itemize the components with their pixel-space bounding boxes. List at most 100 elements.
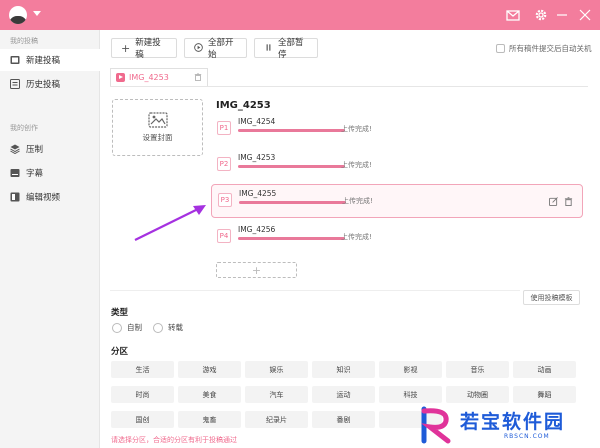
film-icon	[10, 55, 20, 65]
part-item[interactable]: P4 IMG_4256 上传完成!	[211, 221, 583, 255]
category-chip[interactable]: 音乐	[446, 361, 509, 378]
part-item[interactable]: P1 IMG_4254 上传完成!	[211, 113, 583, 147]
part-status: 上传完成!	[341, 125, 372, 133]
trash-icon[interactable]	[564, 197, 573, 206]
radio-button[interactable]	[153, 322, 163, 333]
edit-video-icon	[10, 192, 20, 202]
section-divider	[110, 290, 520, 291]
auto-shutdown-checkbox[interactable]	[496, 44, 505, 53]
history-icon	[10, 79, 20, 89]
sidebar-item-new-upload[interactable]: 新建投稿	[0, 49, 100, 71]
type-option-repost[interactable]: 转载	[153, 322, 183, 333]
use-template-button[interactable]: 使用投稿模板	[523, 290, 580, 305]
watermark-subtext: RBSCN.COM	[504, 433, 550, 440]
new-upload-button[interactable]: + 新建投稿	[111, 38, 177, 60]
category-chip[interactable]: 生活	[111, 361, 174, 378]
sidebar-item-label: 新建投稿	[26, 56, 61, 66]
file-tab[interactable]: IMG_4253	[110, 68, 208, 86]
sidebar-item-label: 编辑视频	[26, 193, 61, 203]
category-chip[interactable]: 舞蹈	[513, 386, 576, 403]
category-section-title: 分区	[111, 347, 129, 357]
video-file-icon	[116, 73, 125, 82]
progress-bar	[238, 237, 345, 240]
category-chip[interactable]: 游戏	[178, 361, 241, 378]
layers-icon	[10, 144, 20, 155]
category-chip[interactable]: 动画	[513, 361, 576, 378]
video-title: IMG_4253	[216, 100, 271, 111]
part-badge: P3	[218, 193, 232, 207]
mail-icon[interactable]	[505, 7, 521, 23]
add-part-button[interactable]: +	[216, 262, 297, 278]
set-cover-label: 设置封面	[142, 133, 173, 142]
annotation-arrow-icon	[134, 205, 206, 241]
progress-bar	[238, 129, 345, 132]
play-icon	[194, 42, 203, 54]
progress-bar	[239, 201, 346, 204]
part-name: IMG_4254	[238, 117, 276, 126]
trash-icon[interactable]	[194, 73, 202, 83]
pause-all-button[interactable]: 全部暂停	[254, 38, 318, 60]
part-item[interactable]: P2 IMG_4253 上传完成!	[211, 149, 583, 183]
part-item-selected[interactable]: P3 IMG_4255 上传完成!	[211, 184, 583, 218]
radio-button[interactable]	[112, 322, 122, 333]
pause-all-label: 全部暂停	[278, 38, 304, 60]
sidebar-item-compress[interactable]: 压制	[0, 138, 100, 160]
category-chip[interactable]: 鬼畜	[178, 411, 241, 428]
category-chip[interactable]: 番剧	[312, 411, 375, 428]
category-chip[interactable]: 娱乐	[245, 361, 308, 378]
new-upload-label: 新建投稿	[135, 38, 161, 60]
category-chip[interactable]: 科技	[379, 386, 442, 403]
part-status: 上传完成!	[341, 233, 372, 241]
part-badge: P4	[217, 229, 231, 243]
sidebar-item-label: 压制	[26, 145, 44, 155]
progress-bar	[238, 165, 345, 168]
edit-icon[interactable]	[549, 197, 558, 206]
auto-shutdown-label: 所有稿件提交后自动关机	[509, 44, 592, 53]
part-badge: P1	[217, 121, 231, 135]
sidebar-item-edit-video[interactable]: 编辑视频	[0, 186, 100, 208]
part-badge: P2	[217, 157, 231, 171]
gear-icon[interactable]	[533, 7, 549, 23]
category-chip[interactable]: 运动	[312, 386, 375, 403]
category-hint: 请选择分区，合适的分区有利于投稿通过	[111, 436, 237, 444]
start-all-button[interactable]: 全部开始	[184, 38, 247, 60]
type-section-title: 类型	[111, 308, 129, 318]
pause-icon	[264, 43, 273, 54]
part-name: IMG_4255	[239, 189, 277, 198]
category-chip[interactable]: 时尚	[111, 386, 174, 403]
sidebar-section-my-creation: 我的创作	[10, 124, 38, 132]
sidebar-item-history[interactable]: 历史投稿	[0, 73, 100, 95]
sidebar-item-label: 字幕	[26, 169, 44, 179]
sidebar-section-my-uploads: 我的投稿	[10, 37, 38, 45]
part-name: IMG_4256	[238, 225, 276, 234]
close-icon[interactable]	[577, 7, 593, 23]
chevron-down-icon[interactable]	[33, 11, 41, 16]
type-option-label: 转载	[168, 323, 183, 332]
category-chip[interactable]: 影视	[379, 361, 442, 378]
sidebar-item-label: 历史投稿	[26, 80, 61, 90]
category-chip[interactable]: 汽车	[245, 386, 308, 403]
auto-shutdown-option[interactable]: 所有稿件提交后自动关机	[496, 43, 592, 54]
watermark-logo-icon	[421, 406, 451, 444]
title-bar	[0, 0, 600, 30]
set-cover-button[interactable]: 设置封面	[112, 99, 203, 156]
tab-divider	[110, 86, 588, 87]
app-logo[interactable]	[9, 6, 27, 24]
start-all-label: 全部开始	[208, 38, 234, 60]
image-icon	[147, 112, 168, 128]
category-chip[interactable]: 纪录片	[245, 411, 308, 428]
subtitle-icon	[10, 168, 20, 178]
part-status: 上传完成!	[341, 161, 372, 169]
category-chip[interactable]: 知识	[312, 361, 375, 378]
part-status: 上传完成!	[342, 197, 373, 205]
category-chip[interactable]: 动物圈	[446, 386, 509, 403]
type-option-original[interactable]: 自制	[112, 322, 142, 333]
file-tab-name: IMG_4253	[129, 73, 169, 82]
sidebar-item-subtitle[interactable]: 字幕	[0, 162, 100, 184]
minimize-icon[interactable]	[554, 7, 570, 23]
category-chip[interactable]: 国创	[111, 411, 174, 428]
type-option-label: 自制	[127, 323, 142, 332]
watermark-text: 若宝软件园	[460, 411, 566, 433]
part-name: IMG_4253	[238, 153, 276, 162]
category-chip[interactable]: 美食	[178, 386, 241, 403]
